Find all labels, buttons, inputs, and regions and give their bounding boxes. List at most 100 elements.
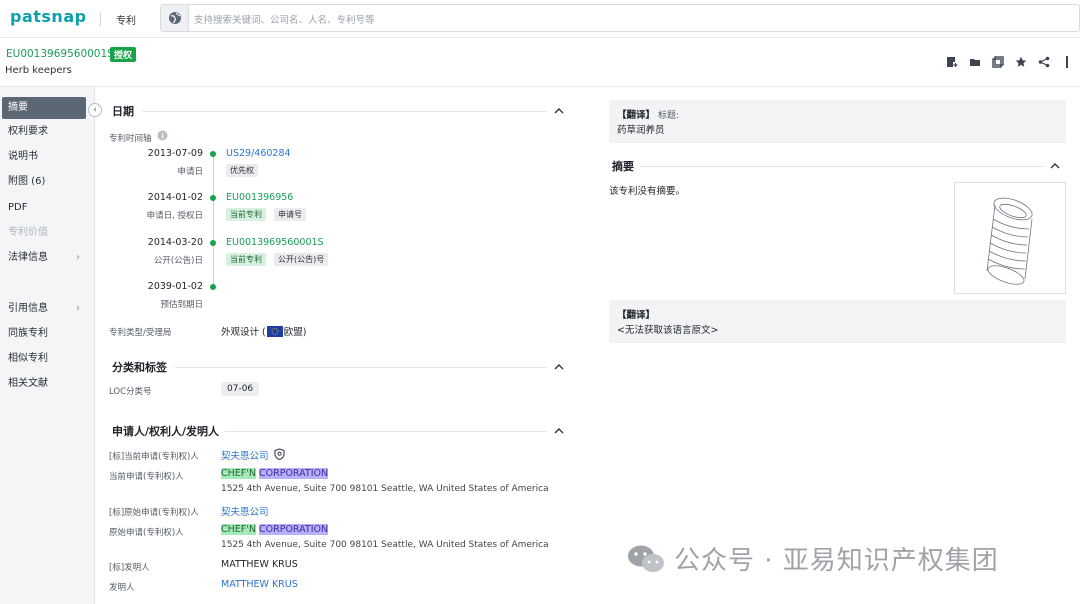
inventor-label: 发明人: [109, 583, 135, 593]
sidebar-item-citations[interactable]: 引用信息 ›: [2, 298, 86, 320]
sidebar-item-label: 法律信息: [8, 252, 48, 263]
globe-icon[interactable]: [161, 5, 189, 31]
sidebar-item-drawings[interactable]: 附图 (6): [2, 171, 86, 193]
abstract-text: 该专利没有摘要。: [609, 186, 686, 197]
collapse-icon[interactable]: [1050, 161, 1060, 171]
patent-title: Herb keepers: [5, 65, 72, 76]
timeline-dot: [210, 195, 216, 201]
sidebar-item-label: PDF: [8, 202, 28, 213]
dates-heading: 日期: [112, 105, 134, 118]
collapse-icon[interactable]: [554, 362, 564, 372]
event-type: 申请日, 授权日: [146, 211, 203, 221]
highlight-corporation: CORPORATION: [259, 524, 329, 535]
timeline-dot: [210, 284, 216, 290]
sidebar-item-label: 相似专利: [8, 353, 48, 364]
sidebar-item-label: 相关文献: [8, 378, 48, 389]
sidebar-item-label: 专利价值: [8, 227, 48, 238]
sidebar-item-value: 专利价值: [2, 222, 86, 244]
sidebar-item-claims[interactable]: 权利要求: [2, 121, 86, 143]
inventor-label: [标]发明人: [109, 563, 150, 573]
applicant-address: 1525 4th Avenue, Suite 700 98101 Seattle…: [221, 484, 549, 494]
tag-application-number: 申请号: [274, 208, 306, 221]
sidebar-item-abstract[interactable]: 摘要: [2, 97, 86, 119]
tag-current-patent: 当前专利: [226, 253, 266, 266]
collapse-sidebar-button[interactable]: ‹: [88, 103, 102, 117]
section-divider: [175, 367, 547, 368]
patsnap-logo[interactable]: patsnap: [10, 7, 87, 26]
folder-icon[interactable]: [968, 55, 982, 69]
sidebar-item-family[interactable]: 同族专利: [2, 323, 86, 345]
module-selector[interactable]: 专利: [116, 12, 136, 27]
tag-current-patent: 当前专利: [226, 208, 266, 221]
sidebar-item-label: 附图 (6): [8, 176, 46, 187]
drawing-thumbnail[interactable]: [954, 182, 1066, 294]
title-translation: 药草润养员: [617, 125, 665, 136]
timeline-dot: [210, 240, 216, 246]
type-value: 外观设计 ( 欧盟): [221, 324, 306, 338]
inventor-name: MATTHEW KRUS: [221, 559, 298, 570]
section-divider: [142, 111, 547, 112]
event-date: 2014-01-02: [147, 192, 203, 203]
title-label: 标题:: [658, 111, 680, 121]
eu-flag-icon: [266, 325, 283, 337]
applicant-label: [标]原始申请(专利权)人: [109, 508, 199, 518]
sidebar: 摘要 权利要求 说明书 附图 (6) PDF 专利价值 法律信息 › 引用信息 › …: [0, 87, 95, 604]
section-divider: [225, 431, 547, 432]
applicant-link[interactable]: 契夫恩公司: [221, 448, 269, 462]
sidebar-item-description[interactable]: 说明书: [2, 146, 86, 168]
applicant-name[interactable]: CHEF'N CORPORATION: [221, 468, 329, 479]
shield-icon[interactable]: [274, 448, 285, 460]
inventor-link[interactable]: MATTHEW KRUS: [221, 579, 298, 590]
type-value-prefix: 外观设计 (: [221, 327, 266, 338]
event-number-link[interactable]: US29/460284: [226, 148, 291, 159]
translate-tag: 【翻译】: [617, 310, 656, 321]
add-note-icon[interactable]: [945, 55, 959, 69]
more-icon[interactable]: [1060, 55, 1074, 69]
collapse-icon[interactable]: [554, 426, 564, 436]
copy-icon[interactable]: [991, 55, 1005, 69]
search-input[interactable]: 支持搜索关键词、公司名、人名、专利号等: [194, 12, 375, 26]
sidebar-item-legal[interactable]: 法律信息 ›: [2, 247, 86, 269]
sidebar-item-label: 摘要: [8, 102, 28, 113]
event-date: 2013-07-09: [147, 148, 203, 159]
event-type: 预估到期日: [160, 300, 203, 310]
sidebar-item-related[interactable]: 相关文献: [2, 373, 86, 395]
title-translation-line: 【翻译】 标题:: [617, 107, 679, 121]
applicant-label: 当前申请(专利权)人: [109, 472, 184, 482]
tag-publication-number: 公开(公告)号: [274, 253, 329, 266]
sidebar-item-pdf[interactable]: PDF: [2, 197, 86, 219]
timeline-label: 专利时间轴: [109, 134, 152, 144]
translation-unavailable: <无法获取该语言原文>: [617, 325, 719, 336]
patent-number: EU0013969560001S: [6, 48, 114, 60]
timeline-dot: [210, 151, 216, 157]
share-icon[interactable]: [1037, 55, 1051, 69]
top-bar: patsnap 专利 支持搜索关键词、公司名、人名、专利号等: [0, 0, 1080, 38]
star-icon[interactable]: [1014, 55, 1028, 69]
highlight-chefn: CHEF'N: [221, 524, 256, 535]
applicant-link[interactable]: 契夫恩公司: [221, 504, 269, 518]
timeline-line: [213, 152, 214, 288]
header-divider: [0, 86, 1080, 87]
section-divider: [640, 166, 1044, 167]
classification-heading: 分类和标签: [112, 361, 167, 374]
applicant-address: 1525 4th Avenue, Suite 700 98101 Seattle…: [221, 540, 549, 550]
applicant-name[interactable]: CHEF'N CORPORATION: [221, 524, 329, 535]
info-icon[interactable]: [157, 130, 168, 141]
applicant-label: [标]当前申请(专利权)人: [109, 452, 199, 462]
event-number-link[interactable]: EU0013969560001S: [226, 237, 324, 248]
loc-code[interactable]: 07-06: [221, 382, 260, 396]
header-toolbar: [945, 55, 1074, 69]
translate-tag: 【翻译】: [617, 110, 656, 121]
herb-keeper-drawing: [986, 197, 1033, 285]
sidebar-item-label: 权利要求: [8, 126, 48, 137]
title-translation-box: 【翻译】 标题: 药草润养员: [609, 100, 1066, 143]
event-number-link[interactable]: EU001396956: [226, 192, 293, 203]
sidebar-item-label: 引用信息: [8, 303, 48, 314]
highlight-chefn: CHEF'N: [221, 468, 256, 479]
collapse-icon[interactable]: [554, 106, 564, 116]
search-box[interactable]: 支持搜索关键词、公司名、人名、专利号等: [160, 4, 1080, 32]
sidebar-item-similar[interactable]: 相似专利: [2, 348, 86, 370]
event-type: 申请日: [177, 167, 203, 177]
chevron-right-icon: ›: [76, 252, 80, 263]
applicants-heading: 申请人/权利人/发明人: [112, 425, 220, 438]
